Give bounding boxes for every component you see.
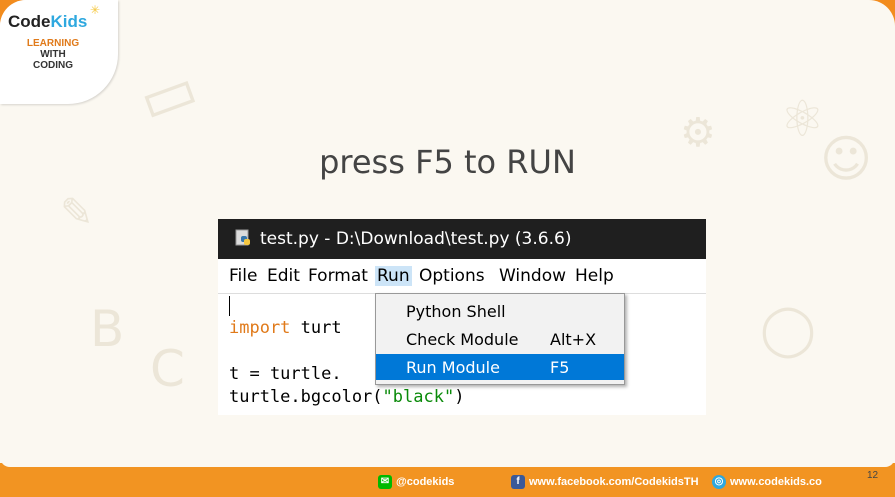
ruler-doodle: ▭ xyxy=(129,52,207,138)
circle-doodle: ◯ xyxy=(760,300,816,358)
run-menu-dropdown: Python Shell Check Module Alt+X Run Modu… xyxy=(375,293,625,385)
slide: ▭ ⚛ B C ☺ ✎ ◯ ⚙ CodeKids ✳ LEARNING WITH… xyxy=(0,0,895,497)
globe-icon: ◎ xyxy=(712,475,726,489)
footer-line[interactable]: ✉ @codekids xyxy=(378,475,454,489)
code-line-3: t = turtle. xyxy=(229,364,342,384)
footer-facebook[interactable]: f www.facebook.com/CodekidsTH xyxy=(511,475,699,489)
window-titlebar[interactable]: test.py - D:\Download\test.py (3.6.6) xyxy=(218,219,706,259)
star-doodle: ✎ xyxy=(60,190,94,236)
menu-file[interactable]: File xyxy=(229,266,257,286)
menu-bar: File Edit Format Run Options Window Help xyxy=(218,259,706,294)
page-number: 12 xyxy=(867,470,879,481)
code-line-4: turtle.bgcolor("black") xyxy=(229,387,465,407)
menu-run[interactable]: Run xyxy=(375,266,412,286)
code-line-1: import turt xyxy=(229,318,342,338)
menu-format[interactable]: Format xyxy=(308,266,368,286)
logo-tagline: LEARNING WITH CODING xyxy=(26,38,80,71)
menu-edit[interactable]: Edit xyxy=(267,266,300,286)
codekids-logo: CodeKids ✳ LEARNING WITH CODING xyxy=(0,0,118,104)
menu-help[interactable]: Help xyxy=(575,266,614,286)
menu-options[interactable]: Options xyxy=(419,266,485,286)
menu-window[interactable]: Window xyxy=(499,266,566,286)
letter-c-doodle: C xyxy=(150,340,185,398)
python-file-icon xyxy=(235,229,250,246)
line-icon: ✉ xyxy=(378,475,392,489)
facebook-icon: f xyxy=(511,475,525,489)
sparkle-icon: ✳ xyxy=(90,3,101,17)
window-title: test.py - D:\Download\test.py (3.6.6) xyxy=(260,229,572,249)
slide-title: press F5 to RUN xyxy=(319,143,576,181)
letter-b-doodle: B xyxy=(90,300,125,358)
text-caret xyxy=(229,296,230,316)
atom-doodle: ⚛ xyxy=(780,90,825,148)
menu-item-check-module[interactable]: Check Module Alt+X xyxy=(376,326,624,352)
menu-item-python-shell[interactable]: Python Shell xyxy=(376,298,624,324)
menu-item-run-module[interactable]: Run Module F5 xyxy=(376,354,624,380)
logo-wordmark: CodeKids xyxy=(8,12,88,31)
footer-website[interactable]: ◎ www.codekids.co xyxy=(712,475,822,489)
